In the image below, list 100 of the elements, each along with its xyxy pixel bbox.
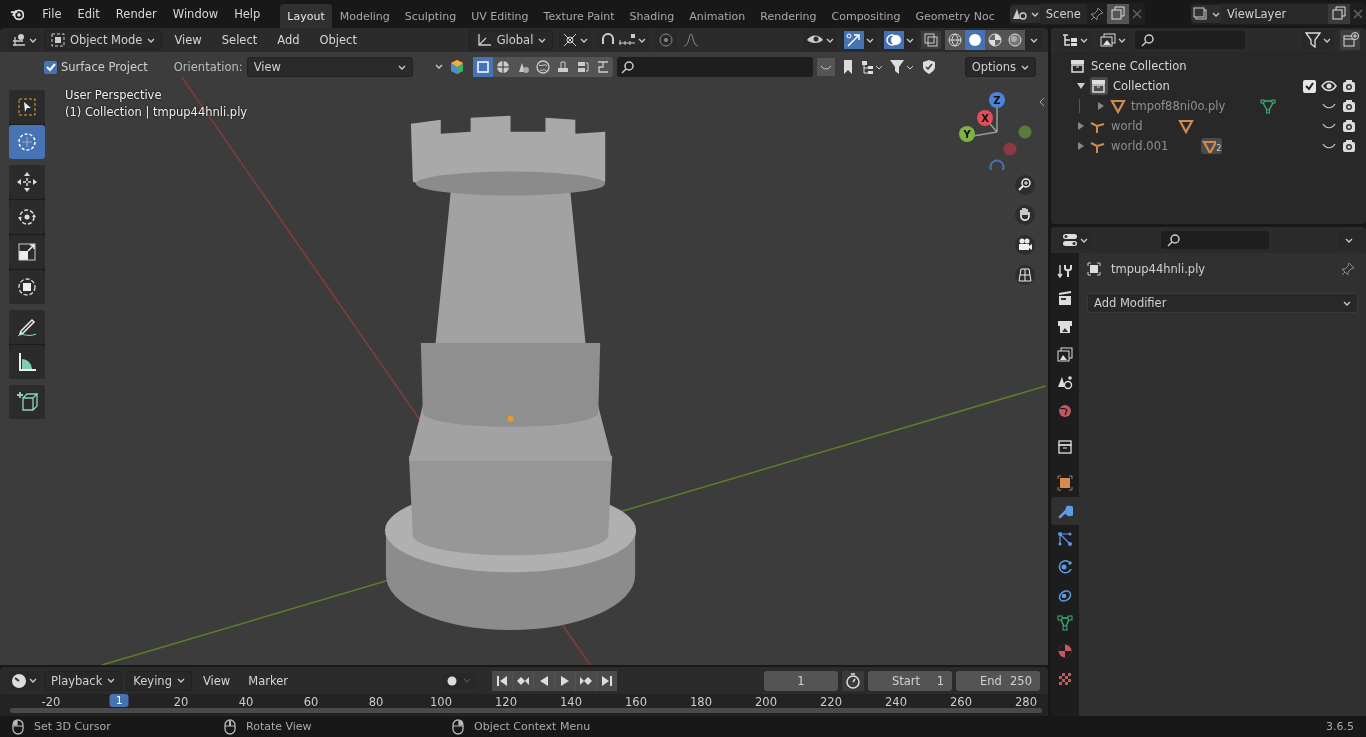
expand-triangle-icon[interactable] bbox=[1077, 122, 1085, 130]
duplicate-icon[interactable] bbox=[1106, 4, 1129, 24]
tool-button[interactable] bbox=[9, 385, 45, 419]
expand-triangle-icon[interactable] bbox=[1097, 102, 1105, 110]
options-dropdown[interactable]: Options bbox=[964, 57, 1036, 77]
menu-item[interactable]: Marker bbox=[241, 670, 295, 691]
workspace-tab[interactable]: Shading bbox=[622, 4, 682, 28]
zoom-icon[interactable] bbox=[1014, 174, 1036, 196]
menu-item[interactable]: Render bbox=[107, 4, 165, 24]
workspace-tab[interactable]: Geometry Noc bbox=[908, 4, 1002, 28]
eye-icon[interactable] bbox=[1321, 79, 1337, 93]
workspace-tab[interactable]: Rendering bbox=[753, 4, 824, 28]
color-cube-icon[interactable] bbox=[448, 59, 465, 75]
shading-mode-button[interactable] bbox=[1005, 30, 1025, 50]
playback-button[interactable] bbox=[576, 670, 596, 691]
new-collection-icon[interactable] bbox=[1340, 30, 1360, 50]
menu-item[interactable]: Select bbox=[213, 30, 266, 50]
view-layer-field[interactable]: ViewLayer bbox=[1220, 4, 1328, 24]
workspace-tab[interactable]: Modeling bbox=[332, 4, 397, 28]
current-frame-field[interactable]: 1 bbox=[764, 670, 838, 691]
gizmo-button[interactable] bbox=[841, 29, 877, 51]
playback-button[interactable] bbox=[534, 670, 554, 691]
add-modifier-dropdown[interactable]: Add Modifier bbox=[1087, 293, 1358, 313]
outliner-item-label[interactable]: tmpof88ni0o.ply bbox=[1131, 99, 1226, 113]
pin-icon[interactable] bbox=[1089, 7, 1104, 21]
camera-render-icon[interactable] bbox=[1342, 119, 1356, 133]
workspace-tab[interactable]: UV Editing bbox=[464, 4, 536, 28]
tool-button[interactable] bbox=[9, 200, 45, 234]
xray-icon[interactable] bbox=[921, 31, 941, 49]
workspace-tab[interactable]: Animation bbox=[682, 4, 753, 28]
scene-name-field[interactable]: Scene bbox=[1039, 4, 1087, 24]
scene-icon[interactable] bbox=[1009, 5, 1040, 23]
caret-icon bbox=[1080, 36, 1088, 44]
mesh-data-icon[interactable] bbox=[1260, 98, 1277, 114]
search-field[interactable] bbox=[616, 57, 813, 77]
search-field[interactable] bbox=[1160, 231, 1269, 249]
menu-item[interactable]: Window bbox=[164, 4, 227, 24]
tool-button[interactable] bbox=[9, 310, 45, 344]
filter-icon[interactable] bbox=[888, 59, 915, 75]
shading-mode-button[interactable] bbox=[965, 30, 985, 50]
shading-mode-button[interactable] bbox=[945, 30, 965, 50]
menu-item[interactable]: View bbox=[166, 30, 210, 50]
pin-icon[interactable] bbox=[1341, 262, 1355, 276]
tool-button[interactable] bbox=[9, 165, 45, 199]
playback-button[interactable] bbox=[513, 670, 533, 691]
start-frame-value[interactable]: 1 bbox=[936, 673, 944, 688]
playback-button[interactable] bbox=[492, 670, 512, 691]
scrollbar[interactable] bbox=[10, 708, 1042, 713]
camera-render-icon[interactable] bbox=[1342, 139, 1356, 153]
child-count-badge[interactable]: 2 bbox=[1201, 138, 1223, 154]
mode-dropdown[interactable]: Object Mode bbox=[44, 30, 163, 50]
printer-icon bbox=[1057, 319, 1073, 335]
hand-icon[interactable] bbox=[1014, 204, 1036, 226]
grid-icon[interactable] bbox=[1014, 264, 1036, 286]
menu-item[interactable]: Edit bbox=[69, 4, 108, 24]
orientation-dropdown[interactable]: Global bbox=[468, 30, 554, 50]
menu-item[interactable]: Help bbox=[226, 4, 269, 24]
stopwatch-icon[interactable] bbox=[842, 670, 864, 691]
end-frame-value[interactable]: 250 bbox=[1010, 673, 1032, 688]
menu-dropdown[interactable]: Playback bbox=[44, 670, 123, 691]
menu-dropdown[interactable]: Keying bbox=[126, 670, 192, 691]
shield-icon[interactable] bbox=[920, 59, 937, 75]
tool-button[interactable] bbox=[9, 235, 45, 269]
workspace-tab[interactable]: Sculpting bbox=[397, 4, 464, 28]
object-icon bbox=[1087, 262, 1101, 276]
camera-render-icon[interactable] bbox=[1342, 99, 1356, 113]
collapse-triangle-icon[interactable] bbox=[1077, 82, 1085, 90]
playback-button[interactable] bbox=[555, 670, 575, 691]
workspace-tab[interactable]: Texture Paint bbox=[536, 4, 622, 28]
outliner-item-label[interactable]: Collection bbox=[1113, 79, 1170, 93]
camera-icon[interactable] bbox=[1014, 234, 1036, 256]
workspace-tab[interactable]: Compositing bbox=[824, 4, 908, 28]
orientation-view-dropdown[interactable]: View bbox=[246, 57, 413, 77]
caret-icon[interactable] bbox=[434, 63, 445, 71]
expand-triangle-icon[interactable] bbox=[1077, 142, 1085, 150]
falloff-icon[interactable] bbox=[683, 32, 700, 48]
add-cube-tool-icon bbox=[15, 390, 39, 414]
hierarchy-icon[interactable] bbox=[860, 59, 883, 75]
outliner-item-label[interactable]: world bbox=[1111, 119, 1143, 133]
checkbox-checked-icon[interactable] bbox=[1303, 79, 1316, 93]
overlays-button[interactable] bbox=[881, 29, 917, 51]
solid-square-icon[interactable] bbox=[472, 57, 493, 77]
view-layer-icon[interactable] bbox=[1190, 5, 1221, 23]
playback-button[interactable] bbox=[597, 670, 617, 691]
menu-item[interactable]: Object bbox=[311, 30, 365, 50]
outliner-item-label[interactable]: world.001 bbox=[1111, 139, 1169, 153]
solid-shading-icon bbox=[968, 33, 982, 47]
menu-item[interactable]: View bbox=[195, 670, 238, 691]
current-frame-marker[interactable]: 1 bbox=[109, 694, 129, 707]
search-field[interactable] bbox=[1135, 31, 1245, 49]
tool-button[interactable] bbox=[9, 345, 45, 379]
duplicate-icon[interactable] bbox=[1328, 4, 1350, 24]
menu-item[interactable]: File bbox=[34, 4, 70, 24]
mesh-icon[interactable] bbox=[1177, 118, 1194, 134]
workspace-tab[interactable]: Layout bbox=[280, 4, 332, 28]
tool-button[interactable] bbox=[9, 270, 45, 304]
outliner-item-label[interactable]: Scene Collection bbox=[1091, 59, 1187, 73]
shading-mode-button[interactable] bbox=[985, 30, 1005, 50]
menu-item[interactable]: Add bbox=[269, 30, 308, 50]
camera-render-icon[interactable] bbox=[1342, 79, 1356, 93]
